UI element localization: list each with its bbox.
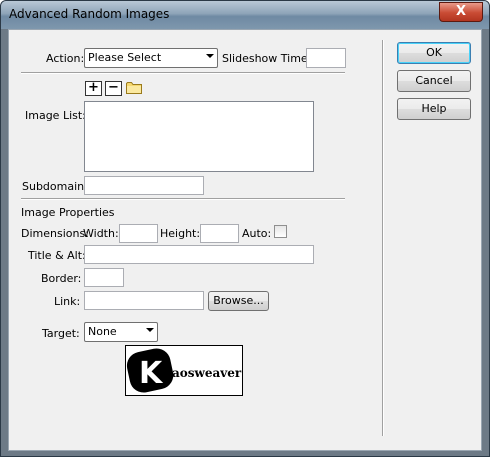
- kaosweaver-logo-icon: K aosweaver: [126, 348, 242, 393]
- link-label: Link:: [54, 295, 81, 308]
- dialog-window: Advanced Random Images X Action: Please …: [0, 0, 490, 457]
- close-button[interactable]: X: [439, 2, 483, 22]
- logo-letter: K: [139, 356, 164, 391]
- divider: [21, 198, 345, 200]
- action-select[interactable]: Please Select: [84, 48, 218, 68]
- slideshow-timer-input[interactable]: [306, 48, 346, 68]
- browse-button[interactable]: Browse...: [208, 291, 269, 311]
- target-label: Target:: [42, 327, 80, 340]
- height-input[interactable]: [200, 224, 239, 243]
- image-list-box[interactable]: [84, 101, 314, 172]
- minus-icon: −: [108, 80, 119, 95]
- add-image-button[interactable]: +: [85, 81, 102, 96]
- link-input[interactable]: [84, 291, 204, 310]
- auto-label: Auto:: [242, 227, 272, 240]
- remove-image-button[interactable]: −: [105, 81, 122, 96]
- logo-text: aosweaver: [172, 366, 242, 380]
- auto-checkbox[interactable]: [274, 225, 287, 238]
- cancel-button[interactable]: Cancel: [397, 70, 471, 92]
- height-label: Height:: [160, 227, 201, 240]
- target-select-value: None: [88, 325, 117, 338]
- folder-icon[interactable]: [126, 81, 142, 94]
- action-label: Action:: [46, 52, 85, 65]
- window-title: Advanced Random Images: [9, 7, 170, 21]
- vertical-divider: [382, 40, 384, 436]
- chevron-down-icon: [206, 54, 214, 58]
- width-label: Width:: [83, 227, 119, 240]
- kaosweaver-logo: K aosweaver: [125, 345, 243, 396]
- border-label: Border:: [41, 272, 82, 285]
- divider: [21, 72, 345, 74]
- target-select[interactable]: None: [84, 322, 158, 342]
- title-alt-label: Title & Alt:: [28, 249, 86, 262]
- dimensions-label: Dimensions:: [21, 227, 89, 240]
- image-properties-heading: Image Properties: [21, 206, 115, 219]
- subdomain-input[interactable]: [84, 176, 204, 195]
- ok-button[interactable]: OK: [397, 42, 471, 64]
- subdomain-label: Subdomain:: [22, 180, 88, 193]
- dialog-client: Action: Please Select Slideshow Timer: +…: [8, 29, 482, 451]
- chevron-down-icon: [146, 328, 154, 332]
- action-select-value: Please Select: [88, 51, 162, 64]
- plus-icon: +: [88, 80, 99, 95]
- close-icon: X: [455, 4, 467, 19]
- title-bar[interactable]: Advanced Random Images X: [1, 1, 489, 29]
- title-alt-input[interactable]: [84, 245, 314, 264]
- slideshow-timer-label: Slideshow Timer:: [222, 52, 316, 65]
- border-input[interactable]: [84, 268, 124, 287]
- width-input[interactable]: [119, 224, 158, 243]
- image-list-label: Image List:: [25, 109, 86, 122]
- help-button[interactable]: Help: [397, 98, 471, 120]
